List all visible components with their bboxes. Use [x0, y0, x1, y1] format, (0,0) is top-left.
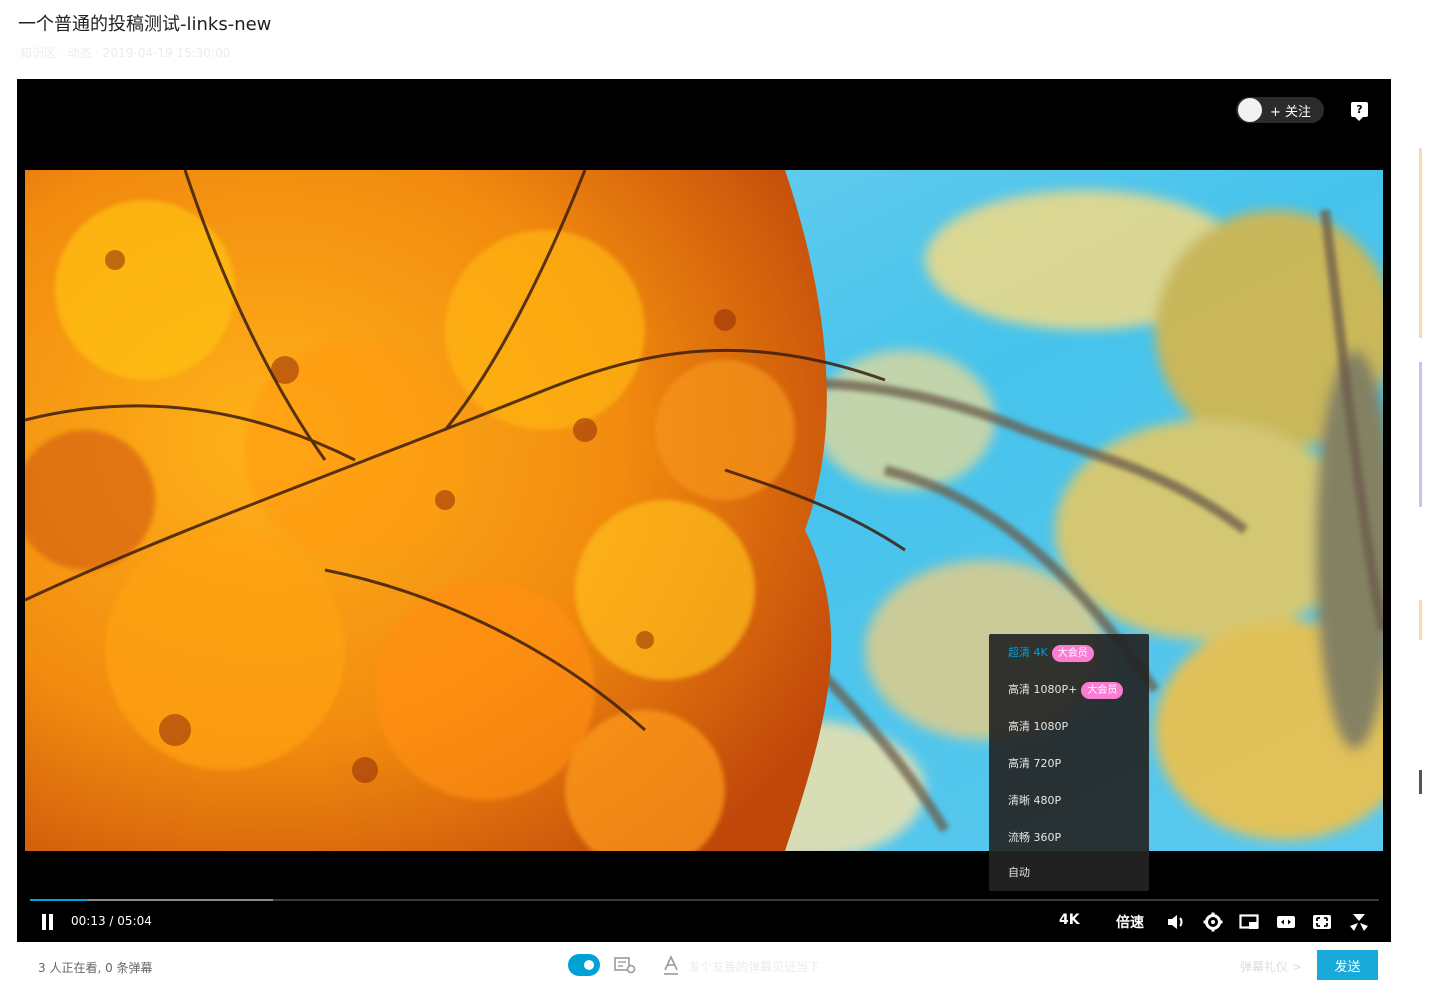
danmaku-toggle[interactable]: [568, 954, 600, 976]
sidebar-edge: [1419, 600, 1422, 640]
danmaku-settings-icon[interactable]: [614, 956, 636, 974]
vip-badge: 大会员: [1081, 681, 1124, 699]
avatar: [1238, 98, 1262, 122]
autumn-leaves-video-image: [25, 170, 1383, 851]
page-title: 一个普通的投稿测试-links-new: [18, 14, 272, 35]
quality-option-label: 高清 1080P+: [1008, 683, 1078, 696]
progress-bar[interactable]: [30, 899, 1379, 901]
quality-menu: 超清 4K 大会员 高清 1080P+ 大会员 高清 1080P 高清 720P 清…: [989, 634, 1149, 891]
sidebar-edge: [1419, 362, 1422, 507]
control-bar: 00:13 / 05:04 4K 倍速: [17, 907, 1391, 937]
quality-option-480p[interactable]: 清晰 480P: [1008, 791, 1061, 811]
quality-option-360p[interactable]: 流畅 360P: [1008, 828, 1061, 848]
speed-button[interactable]: 倍速: [1116, 912, 1144, 932]
gear-icon[interactable]: [1203, 912, 1223, 932]
wide-screen-icon[interactable]: [1276, 912, 1296, 932]
quality-option-1080p-plus[interactable]: 高清 1080P+ 大会员: [1008, 680, 1124, 700]
progress-played: [30, 899, 88, 901]
video-meta: 知识区 · 动态 · 2019-04-19 15:30:00: [20, 46, 231, 60]
send-button[interactable]: 发送: [1317, 950, 1378, 980]
quality-option-1080p[interactable]: 高清 1080P: [1008, 717, 1068, 737]
follow-label: + 关注: [1270, 104, 1312, 120]
sidebar-edge: [1419, 770, 1422, 794]
pip-icon[interactable]: [1239, 912, 1259, 932]
help-icon[interactable]: ?: [1351, 102, 1368, 121]
time-display: 00:13 / 05:04: [71, 914, 152, 928]
quality-option-4k[interactable]: 超清 4K 大会员: [1008, 643, 1094, 663]
quality-button[interactable]: 4K: [1059, 912, 1080, 928]
viewer-count: 3 人正在看, 0 条弹幕: [38, 961, 153, 975]
vip-badge: 大会员: [1051, 644, 1094, 662]
volume-icon[interactable]: [1166, 912, 1186, 932]
quality-option-auto[interactable]: 自动: [1008, 863, 1030, 883]
danmaku-etiquette-link[interactable]: 弹幕礼仪 >: [1240, 958, 1302, 975]
pause-icon[interactable]: [41, 914, 55, 930]
quality-option-720p[interactable]: 高清 720P: [1008, 754, 1061, 774]
follow-button[interactable]: + 关注: [1236, 97, 1324, 123]
quality-option-label: 超清 4K: [1008, 646, 1048, 659]
video-player[interactable]: + 关注 ? 超清 4K 大会员 高清 1080P+ 大会员 高清 1080P …: [17, 79, 1391, 942]
sidebar-edge: [1419, 148, 1422, 338]
danmaku-bar: 3 人正在看, 0 条弹幕 发个友善的弹幕见证当下 弹幕礼仪 > 发送: [0, 946, 1447, 986]
font-style-icon[interactable]: [662, 954, 680, 976]
video-frame[interactable]: [25, 170, 1383, 851]
danmaku-input[interactable]: 发个友善的弹幕见证当下: [688, 958, 820, 975]
web-fullscreen-icon[interactable]: [1312, 912, 1332, 932]
fullscreen-icon[interactable]: [1349, 912, 1369, 932]
